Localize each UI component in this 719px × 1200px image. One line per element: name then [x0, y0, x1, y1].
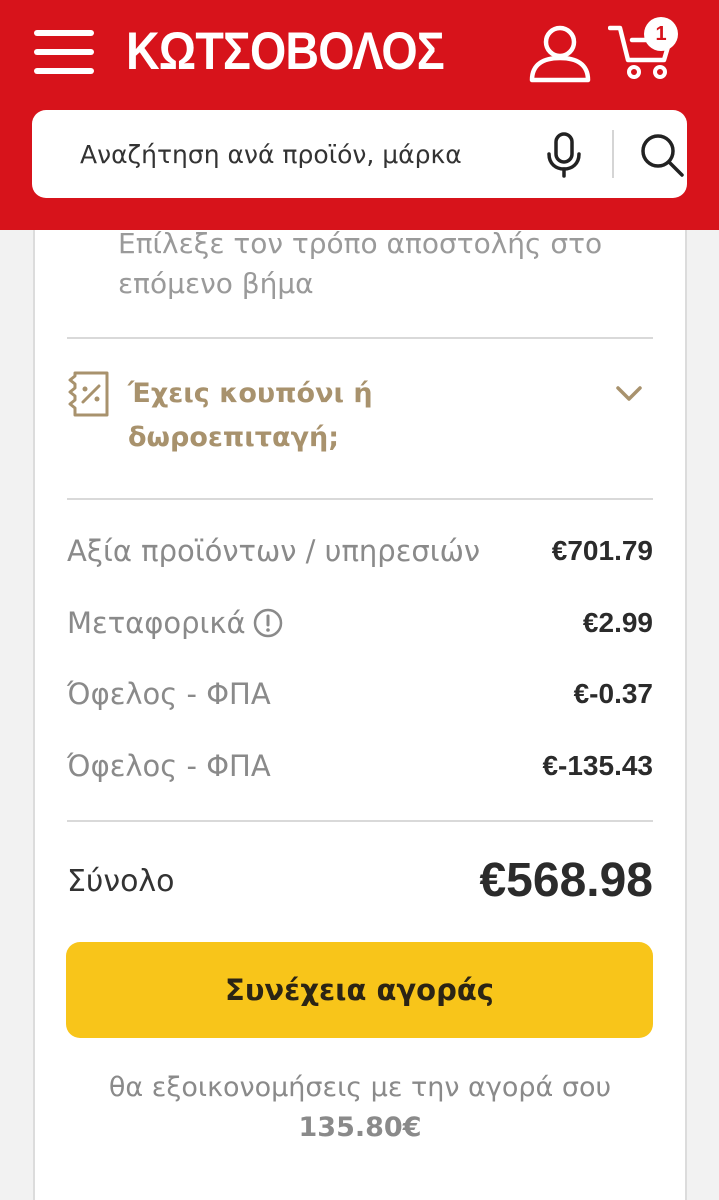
menu-icon[interactable] [34, 28, 94, 78]
search-bar [32, 110, 687, 198]
cart-count-badge: 1 [644, 17, 678, 51]
savings-amount: 135.80€ [298, 1112, 422, 1143]
top-header: ΚΩΤΣΟΒΟΛΟΣ 1 [0, 0, 719, 230]
total-value: €568.98 [479, 854, 653, 907]
coupon-icon [68, 371, 109, 417]
search-input[interactable] [80, 128, 485, 180]
continue-purchase-button[interactable]: Συνέχεια αγοράς [66, 942, 653, 1038]
summary-row-shipping: Μεταφορικά €2.99 [67, 598, 653, 648]
chevron-down-icon[interactable] [615, 384, 643, 404]
divider [67, 337, 653, 339]
shipping-method-note: Επίλεξε τον τρόπο αποστολής στο επόμενο … [118, 227, 603, 300]
row-value: €-135.43 [542, 750, 653, 781]
row-label: Μεταφορικά [67, 606, 246, 640]
coupon-label: Έχεις κουπόνι ή δωροεπιταγή; [128, 378, 373, 453]
search-icon[interactable] [638, 132, 686, 178]
row-label: Όφελος - ΦΠΑ [67, 677, 271, 711]
row-label: Όφελος - ΦΠΑ [67, 749, 271, 783]
total-label: Σύνολο [67, 864, 175, 899]
mic-icon[interactable] [544, 132, 584, 178]
info-icon[interactable] [252, 607, 284, 639]
divider [67, 498, 653, 500]
row-label: Αξία προϊόντων / υπηρεσιών [67, 534, 481, 568]
divider [67, 820, 653, 822]
row-value: €2.99 [582, 607, 653, 638]
account-icon[interactable] [528, 24, 592, 84]
search-divider [612, 130, 614, 178]
row-value: €701.79 [551, 535, 653, 566]
summary-row-vat-benefit: Όφελος - ΦΠΑ €-0.37 [67, 669, 653, 719]
summary-row-products: Αξία προϊόντων / υπηρεσιών €701.79 [67, 526, 653, 576]
coupon-toggle[interactable]: Έχεις κουπόνι ή δωροεπιταγή; [67, 352, 653, 482]
summary-row-vat-benefit: Όφελος - ΦΠΑ €-135.43 [67, 741, 653, 791]
row-value: €-0.37 [573, 678, 653, 709]
savings-text: θα εξοικονομήσεις με την αγορά σου [108, 1072, 612, 1103]
brand-logo[interactable]: ΚΩΤΣΟΒΟΛΟΣ [126, 20, 445, 84]
